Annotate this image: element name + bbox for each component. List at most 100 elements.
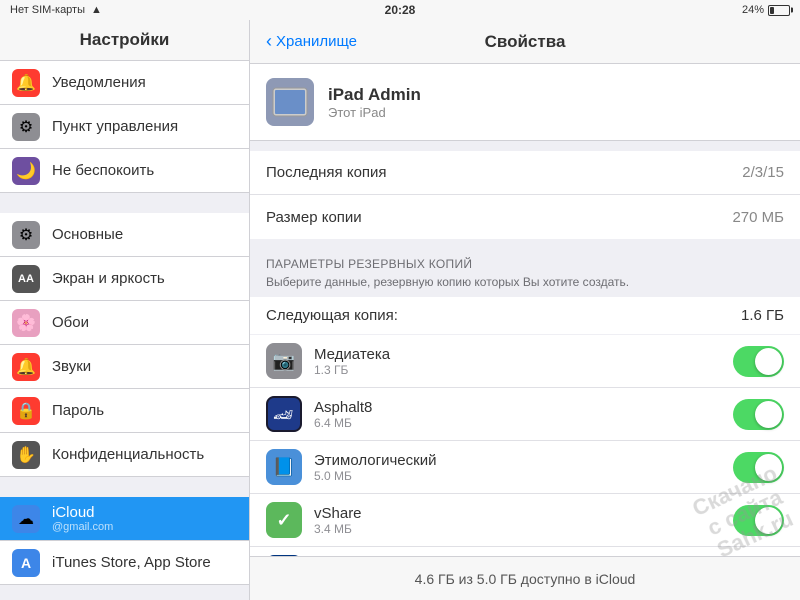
nav-title: Свойства [485,32,566,52]
etymology-size: 5.0 МБ [314,469,721,483]
media-info: Медиатека 1.3 ГБ [314,346,721,377]
device-header: iPad Admin Этот iPad [250,64,800,141]
itunes-icon: A [12,549,40,577]
media-toggle[interactable] [733,346,784,377]
sidebar-item-do-not-disturb[interactable]: 🌙 Не беспокоить [0,149,249,193]
info-section: Последняя копия 2/3/15 Размер копии 270 … [250,151,800,239]
status-bar: Нет SIM-карты ▲ 20:28 24% [0,0,800,20]
asphalt8-size: 6.4 МБ [314,416,721,430]
backup-section: ПАРАМЕТРЫ РЕЗЕРВНЫХ КОПИЙ Выберите данны… [250,249,800,334]
separator [0,193,249,213]
asphalt8-name: Asphalt8 [314,399,721,416]
info-row-last-backup: Последняя копия 2/3/15 [250,151,800,195]
app-row-asphalt8: 🏎 Asphalt8 6.4 МБ [250,388,800,441]
ipad-svg [271,87,309,117]
battery-fill [770,7,774,14]
vshare-name: vShare [314,505,721,522]
backup-size-label: Размер копии [266,209,362,226]
wifi-icon: ▲ [91,4,102,16]
sidebar-item-wallpaper[interactable]: 🌸 Обои [0,301,249,345]
sidebar: Настройки 🔔 Уведомления ⚙ Пункт управлен… [0,20,250,600]
sidebar-item-label: Уведомления [52,74,237,91]
backup-size-value: 270 МБ [732,209,784,226]
backup-section-title: ПАРАМЕТРЫ РЕЗЕРВНЫХ КОПИЙ [250,249,800,275]
sidebar-item-label: Конфиденциальность [52,446,237,463]
nav-back-label: Хранилище [276,33,357,50]
main-layout: Настройки 🔔 Уведомления ⚙ Пункт управлен… [0,20,800,600]
notifications-icon: 🔔 [12,69,40,97]
asphalt8-toggle[interactable] [733,399,784,430]
svg-text:🏎: 🏎 [273,407,293,424]
asphalt8-svg: 🏎 [268,398,300,430]
display-icon: AA [12,265,40,293]
sidebar-item-icloud[interactable]: ☁ iCloud @gmail.com [0,497,249,541]
device-icon [266,78,314,126]
icloud-account: @gmail.com [52,521,237,533]
battery-body [768,5,790,16]
chevron-left-icon: ‹ [266,31,272,52]
sidebar-item-privacy[interactable]: ✋ Конфиденциальность [0,433,249,477]
sidebar-item-label: Основные [52,226,237,243]
sidebar-item-label: Не беспокоить [52,162,237,179]
vshare-size: 3.4 МБ [314,522,721,536]
separator [0,585,249,600]
separator [0,477,249,497]
sounds-icon: 🔔 [12,353,40,381]
asphalt8-icon: 🏎 [266,396,302,432]
status-right: 24% [742,4,790,16]
sidebar-item-label: iCloud [52,504,237,521]
etymology-toggle[interactable] [733,452,784,483]
etymology-name: Этимологический [314,452,721,469]
device-subtitle: Этот iPad [328,105,421,120]
nav-bar: ‹ Хранилище Свойства [250,20,800,64]
sidebar-item-general[interactable]: ⚙ Основные [0,213,249,257]
app-row-vshare: ✓ vShare 3.4 МБ [250,494,800,547]
etymology-info: Этимологический 5.0 МБ [314,452,721,483]
sidebar-item-label: iTunes Store, App Store [52,554,237,571]
sidebar-item-label: Экран и яркость [52,270,237,287]
app-row-etymology: 📘 Этимологический 5.0 МБ [250,441,800,494]
sidebar-item-itunes[interactable]: A iTunes Store, App Store [0,541,249,585]
nav-back-button[interactable]: ‹ Хранилище [266,31,357,52]
last-backup-value: 2/3/15 [742,164,784,181]
vshare-info: vShare 3.4 МБ [314,505,721,536]
right-panel: ‹ Хранилище Свойства iPad Admin Этот iPa [250,20,800,600]
media-icon: 📷 [266,343,302,379]
content: iPad Admin Этот iPad Последняя копия 2/3… [250,64,800,556]
general-icon: ⚙ [12,221,40,249]
next-backup-label: Следующая копия: [266,307,398,324]
sidebar-item-label: Звуки [52,358,237,375]
media-name: Медиатека [314,346,721,363]
sidebar-item-sounds[interactable]: 🔔 Звуки [0,345,249,389]
passcode-icon: 🔒 [12,397,40,425]
sidebar-item-control-center[interactable]: ⚙ Пункт управления [0,105,249,149]
battery-percent: 24% [742,4,764,16]
app-row-media: 📷 Медиатека 1.3 ГБ [250,335,800,388]
backup-section-desc: Выберите данные, резервную копию которых… [250,275,800,297]
battery-icon [768,5,790,16]
icloud-item-text: iCloud @gmail.com [52,504,237,533]
backup-next-row: Следующая копия: 1.6 ГБ [250,297,800,334]
sidebar-item-label: Пароль [52,402,237,419]
status-time: 20:28 [385,3,416,17]
last-backup-label: Последняя копия [266,164,387,181]
sidebar-item-passcode[interactable]: 🔒 Пароль [0,389,249,433]
wallpaper-icon: 🌸 [12,309,40,337]
vshare-icon: ✓ [266,502,302,538]
sidebar-item-notifications[interactable]: 🔔 Уведомления [0,61,249,105]
device-info: iPad Admin Этот iPad [328,85,421,120]
sidebar-item-label: Пункт управления [52,118,237,135]
etymology-icon: 📘 [266,449,302,485]
vshare-toggle[interactable] [733,505,784,536]
sidebar-item-display[interactable]: AA Экран и яркость [0,257,249,301]
sidebar-item-label: Обои [52,314,237,331]
bottom-bar: 4.6 ГБ из 5.0 ГБ доступно в iCloud [250,556,800,600]
next-backup-value: 1.6 ГБ [741,307,784,324]
bottom-bar-text: 4.6 ГБ из 5.0 ГБ доступно в iCloud [415,571,636,587]
app-row-booking: B Booking.com 2.3 МБ [250,547,800,556]
media-size: 1.3 ГБ [314,363,721,377]
control-center-icon: ⚙ [12,113,40,141]
app-list: 📷 Медиатека 1.3 ГБ 🏎 A [250,335,800,556]
icloud-icon: ☁ [12,505,40,533]
info-row-backup-size: Размер копии 270 МБ [250,195,800,239]
